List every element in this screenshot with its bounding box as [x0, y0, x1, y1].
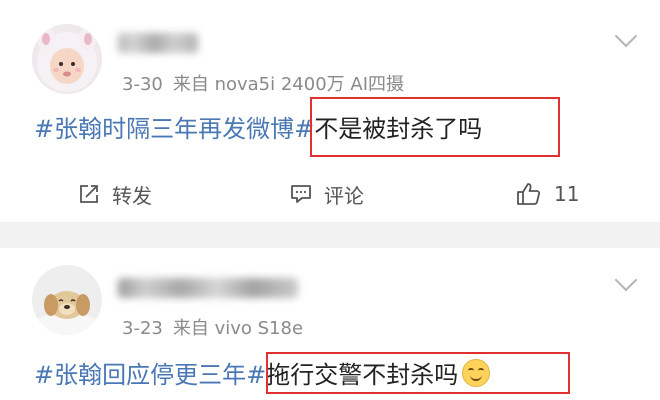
post-meta: 3-30 来自 nova5i 2400万 AI四摄 [122, 70, 404, 96]
edit-share-icon [80, 185, 98, 203]
post-date: 3-23 [122, 318, 163, 339]
hashtag-link[interactable]: #张翰时隔三年再发微博# [34, 115, 314, 143]
post-meta: 3-23 来自 vivo S18e [122, 314, 303, 340]
post-source: 来自 vivo S18e [172, 318, 304, 339]
weibo-feed: 3-30 来自 nova5i 2400万 AI四摄 #张翰时隔三年再发微博#不是被… [0, 0, 660, 400]
like-button[interactable]: 11 [516, 182, 579, 206]
thumbs-up-icon [517, 183, 541, 205]
chevron-down-icon[interactable] [614, 268, 638, 292]
weibo-post: 3-30 来自 nova5i 2400万 AI四摄 #张翰时隔三年再发微博#不是被… [0, 0, 660, 222]
avatar-image [32, 265, 102, 335]
chevron-down-icon[interactable] [614, 24, 638, 48]
avatar-image [32, 24, 102, 94]
smile-emoji-icon [462, 359, 491, 387]
comment-label: 评论 [324, 183, 364, 208]
like-count: 11 [554, 182, 580, 206]
feed-separator [0, 222, 660, 248]
avatar[interactable] [32, 24, 102, 94]
weibo-post: 3-23 来自 vivo S18e #张翰回应停更三年#拖行交警不封杀吗 [0, 248, 660, 400]
hashtag-link[interactable]: #张翰回应停更三年# [34, 361, 266, 389]
post-text: 不是被封杀了吗 [314, 115, 483, 143]
username-blurred[interactable] [118, 278, 298, 298]
post-text: 拖行交警不封杀吗 [266, 361, 459, 389]
post-content: #张翰回应停更三年#拖行交警不封杀吗 [34, 358, 491, 392]
post-source: 来自 nova5i 2400万 AI四摄 [172, 74, 405, 95]
post-date: 3-30 [122, 74, 163, 95]
username-blurred[interactable] [118, 33, 198, 53]
action-bar: 转发 评论 11 [0, 172, 660, 216]
forward-label: 转发 [112, 183, 152, 208]
comment-button[interactable]: 评论 [290, 182, 364, 208]
comment-bubble-icon [291, 185, 311, 203]
avatar[interactable] [32, 265, 102, 335]
forward-button[interactable]: 转发 [78, 182, 152, 208]
post-content: #张翰时隔三年再发微博#不是被封杀了吗 [34, 112, 482, 146]
